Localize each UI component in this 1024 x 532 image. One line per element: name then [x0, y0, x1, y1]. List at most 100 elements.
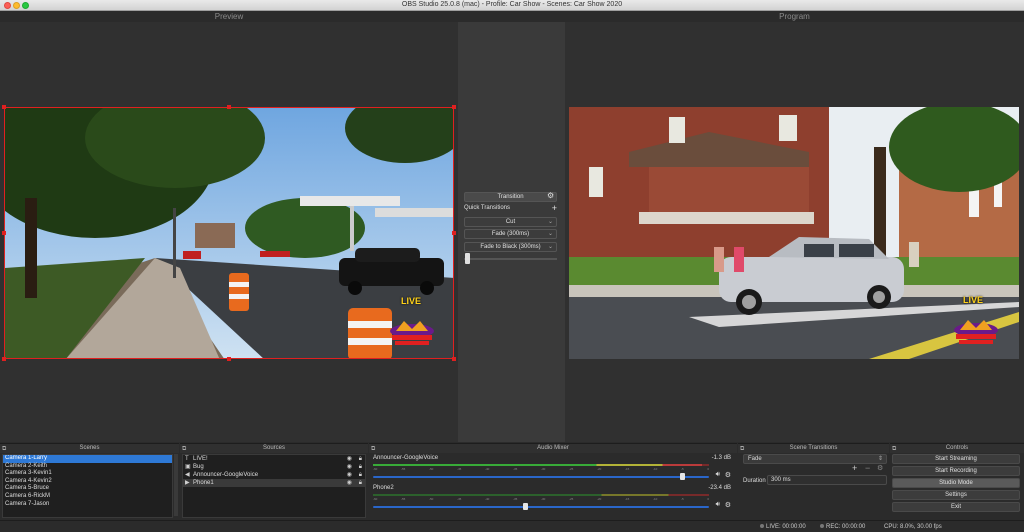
program-label: Program	[779, 12, 810, 21]
meter-tick-label: -60	[373, 467, 378, 471]
sources-dock: ⧉ Sources T LIVE! ◉ 🔒︎ ▣ Bug ◉ 🔒︎ ◀ Announcer…	[180, 443, 368, 532]
dock-float-icon[interactable]: ⧉	[740, 445, 744, 454]
dock-float-icon[interactable]: ⧉	[371, 445, 375, 454]
lock-icon[interactable]: 🔒︎	[359, 479, 362, 487]
quick-transitions-label: Quick Transitions	[464, 205, 511, 211]
dock-float-icon[interactable]: ⧉	[2, 445, 6, 454]
preview-handle-bm[interactable]	[227, 357, 231, 361]
lock-icon[interactable]: 🔒︎	[359, 463, 362, 471]
quick-transition-cut[interactable]: Cut ⌄	[464, 217, 557, 227]
visibility-eye-icon[interactable]: ◉	[347, 455, 352, 463]
t-bar-handle[interactable]	[465, 253, 470, 264]
meter-tick-label: -20	[597, 497, 602, 501]
speaker-icon[interactable]: 🔊︎	[716, 501, 720, 509]
preview-handle-tl[interactable]	[2, 105, 6, 109]
preview-handle-tr[interactable]	[452, 105, 456, 109]
meter-tick-label: -55	[401, 467, 406, 471]
program-video: LIVE	[569, 107, 1019, 359]
title-bar: OBS Studio 25.0.8 (mac) - Profile: Car S…	[0, 0, 1024, 11]
transition-properties-gear-icon[interactable]: ⚙	[877, 464, 883, 472]
visibility-eye-icon[interactable]: ◉	[347, 463, 352, 471]
volume-slider[interactable]	[373, 506, 709, 508]
chevron-down-icon: ⌄	[547, 231, 553, 237]
meter-tick-label: -20	[597, 467, 602, 471]
duration-input[interactable]: 300 ms ⇕	[767, 475, 896, 485]
gear-icon[interactable]: ⚙	[725, 501, 731, 509]
scenes-scrollbar[interactable]	[174, 454, 178, 516]
sources-title: Sources	[262, 445, 285, 451]
quick-transition-fade-black[interactable]: Fade to Black (300ms) ⌄	[464, 242, 557, 252]
meter-tick-label: -40	[485, 497, 490, 501]
meter-tick-label: 0	[707, 497, 709, 501]
scene-transitions-title: Scene Transitions	[789, 445, 838, 451]
duration-label: Duration	[743, 478, 766, 484]
program-live-badge: LIVE	[963, 295, 984, 305]
gear-icon[interactable]: ⚙	[725, 471, 731, 479]
preview-handle-br[interactable]	[452, 357, 456, 361]
meter-tick-label: -35	[513, 467, 518, 471]
meter-tick-label: -10	[653, 467, 658, 471]
scene-item[interactable]: Camera 5-Bruce	[3, 485, 172, 493]
meter-tick-label: -25	[569, 497, 574, 501]
studio-mode-button[interactable]: Studio Mode	[892, 478, 1020, 488]
live-indicator-icon	[760, 524, 764, 528]
scene-item[interactable]: Camera 7-Jason	[3, 501, 172, 509]
quick-transition-fade[interactable]: Fade (300ms) ⌄	[464, 229, 557, 239]
transition-gear-icon[interactable]: ⚙	[547, 191, 554, 200]
preview-handle-mr[interactable]	[452, 231, 456, 235]
lock-icon[interactable]: 🔒︎	[359, 455, 362, 463]
controls-title: Controls	[945, 445, 969, 451]
preview-video[interactable]: LIVE	[4, 107, 454, 359]
mixer-channel: Announcer-GoogleVoice -1.3 dB -60 -55 -50-…	[371, 455, 735, 485]
scene-item[interactable]: Camera 2-Keith	[3, 463, 172, 471]
mixer-channel: Phone2 -23.4 dB -60 -55 -50 -45 -40 -35 -30 -25…	[371, 485, 735, 515]
scene-item[interactable]: Camera 4-Kevin2	[3, 478, 172, 486]
dock-float-icon[interactable]: ⧉	[892, 445, 896, 454]
mixer-channel-name: Announcer-GoogleVoice	[373, 455, 439, 461]
source-item[interactable]: ▶ Phone1 ◉ 🔒︎	[183, 479, 365, 487]
add-quick-transition-icon[interactable]: +	[552, 203, 557, 213]
lock-icon[interactable]: 🔒︎	[359, 471, 362, 479]
meter-tick-label: -5	[681, 467, 684, 471]
preview-label: Preview	[214, 12, 244, 21]
speaker-icon[interactable]: 🔊︎	[716, 471, 720, 479]
volume-slider[interactable]	[373, 476, 709, 478]
audio-mixer-dock: ⧉ Audio Mixer Announcer-GoogleVoice -1.3…	[369, 443, 737, 532]
dock-float-icon[interactable]: ⧉	[182, 445, 186, 454]
meter-tick-label: -60	[373, 497, 378, 501]
scene-item[interactable]: Camera 1-Larry	[3, 455, 172, 463]
scene-item[interactable]: Camera 3-Kevin1	[3, 470, 172, 478]
meter-tick-label: -45	[457, 467, 462, 471]
preview-handle-ml[interactable]	[2, 231, 6, 235]
preview-handle-tm[interactable]	[227, 105, 231, 109]
meter-tick-label: -50	[429, 467, 434, 471]
scene-item[interactable]: Camera 6-RickM	[3, 493, 172, 501]
add-transition-button[interactable]: +	[852, 463, 857, 473]
exit-button[interactable]: Exit	[892, 502, 1020, 512]
scenes-list[interactable]: Camera 1-Larry Camera 2-Keith Camera 3-K…	[2, 454, 173, 518]
meter-tick-label: -45	[457, 497, 462, 501]
settings-button[interactable]: Settings	[892, 490, 1020, 500]
mixer-channel-db: -23.4 dB	[708, 485, 731, 491]
source-item[interactable]: ◀ Announcer-GoogleVoice ◉ 🔒︎	[183, 471, 365, 479]
visibility-eye-icon[interactable]: ◉	[347, 471, 352, 479]
start-recording-button[interactable]: Start Recording	[892, 466, 1020, 476]
live-status: LIVE: 00:00:00	[766, 524, 806, 530]
source-item[interactable]: T LIVE! ◉ 🔒︎	[183, 455, 365, 463]
chevron-down-icon: ⌄	[547, 219, 553, 225]
volume-slider-handle[interactable]	[680, 473, 686, 480]
chevron-updown-icon: ⇕	[877, 456, 883, 462]
meter-tick-label: -15	[625, 497, 630, 501]
remove-transition-button[interactable]: −	[865, 463, 870, 473]
volume-slider-handle[interactable]	[523, 503, 529, 510]
meter-ticks: -60 -55 -50 -45 -40 -35 -30 -25 -20 -15 -10 -5 0	[373, 497, 709, 501]
window-title: OBS Studio 25.0.8 (mac) - Profile: Car S…	[401, 1, 623, 8]
sources-list[interactable]: T LIVE! ◉ 🔒︎ ▣ Bug ◉ 🔒︎ ◀ Announcer-GoogleVoi…	[182, 454, 366, 518]
start-streaming-button[interactable]: Start Streaming	[892, 454, 1020, 464]
source-item[interactable]: ▣ Bug ◉ 🔒︎	[183, 463, 365, 471]
preview-handle-bl[interactable]	[2, 357, 6, 361]
transition-button[interactable]: Transition	[464, 192, 557, 202]
visibility-eye-icon[interactable]: ◉	[347, 479, 352, 487]
t-bar-track[interactable]	[464, 258, 557, 260]
meter-ticks: -60 -55 -50 -45 -40 -35 -30 -25 -20 -15 -10 -5 0	[373, 467, 709, 471]
